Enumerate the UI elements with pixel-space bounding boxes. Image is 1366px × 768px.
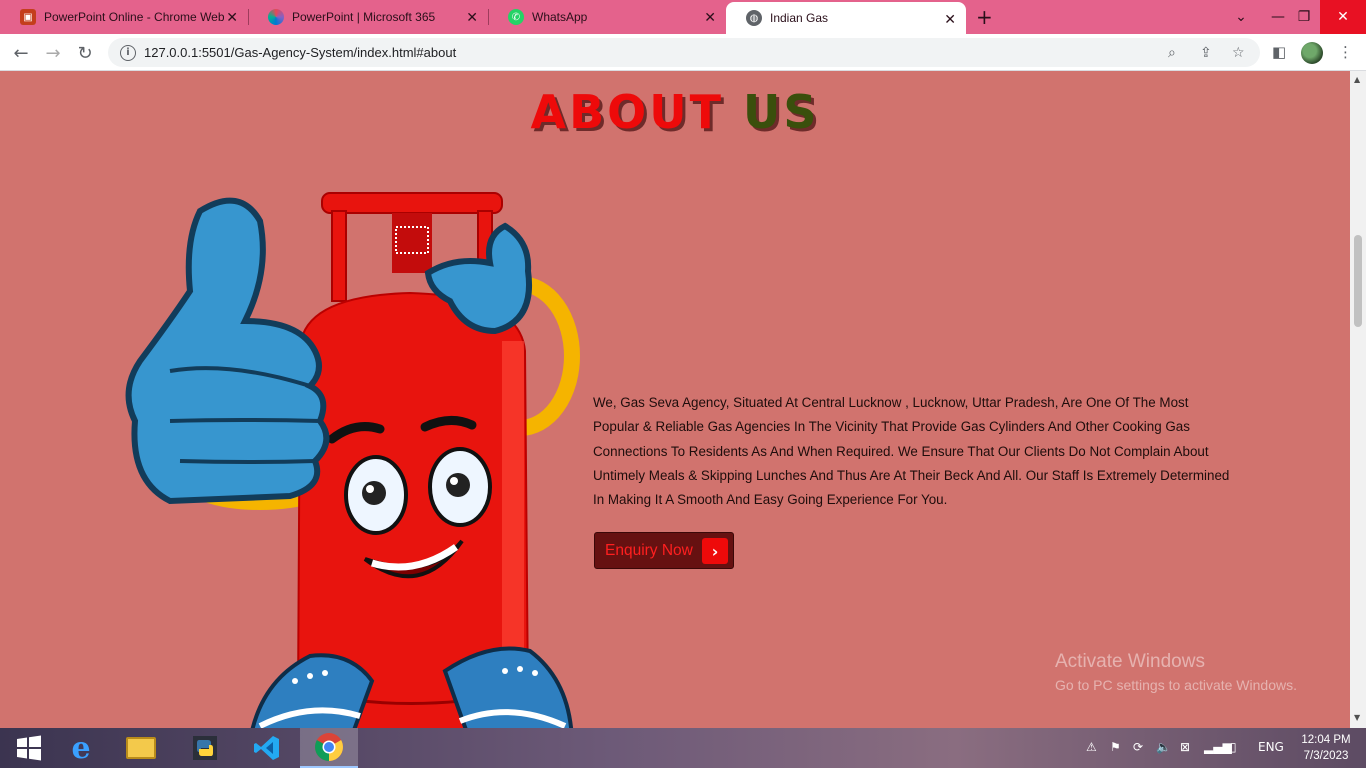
- reload-icon[interactable]: ↻: [72, 40, 98, 66]
- close-tab-icon[interactable]: ✕: [226, 9, 238, 26]
- clock-time: 12:04 PM: [1301, 734, 1351, 746]
- network-warning-icon[interactable]: ⚠: [1086, 740, 1097, 754]
- address-bar[interactable]: i 127.0.0.1:5501/Gas-Agency-System/index…: [108, 38, 1260, 67]
- activate-windows-watermark: Activate Windows Go to PC settings to ac…: [1055, 651, 1297, 693]
- profile-avatar[interactable]: [1301, 42, 1323, 64]
- bookmark-star-icon[interactable]: ☆: [1232, 45, 1245, 61]
- tab-microsoft365[interactable]: PowerPoint | Microsoft 365 ✕: [248, 0, 488, 34]
- python-icon: [193, 736, 217, 760]
- close-tab-icon[interactable]: ✕: [944, 11, 956, 28]
- globe-icon: ◍: [746, 10, 762, 26]
- scrollbar-thumb[interactable]: [1354, 235, 1362, 327]
- battery-icon[interactable]: ▯: [1230, 740, 1237, 754]
- chrome-icon: [315, 733, 343, 761]
- network-disconnected-icon[interactable]: ⊠: [1180, 740, 1190, 754]
- python-button[interactable]: [176, 728, 234, 768]
- about-section: ABOUT US We, Gas Seva Agency, Situated A…: [0, 71, 1350, 728]
- tab-title: WhatsApp: [532, 10, 588, 24]
- side-panel-icon[interactable]: ◧: [1272, 43, 1286, 61]
- vscode-icon: [254, 736, 279, 760]
- vscode-button[interactable]: [238, 728, 296, 768]
- scroll-up-icon[interactable]: ▲: [1354, 75, 1360, 84]
- tab-whatsapp[interactable]: ✆ WhatsApp ✕: [488, 0, 726, 34]
- whatsapp-icon: ✆: [508, 9, 524, 25]
- enquiry-now-button[interactable]: Enquiry Now ›: [594, 532, 734, 569]
- share-icon[interactable]: ⇪: [1200, 45, 1212, 61]
- powerpoint-store-icon: ▣: [20, 9, 36, 25]
- close-tab-icon[interactable]: ✕: [704, 9, 716, 26]
- action-center-icon[interactable]: ⚑: [1110, 740, 1121, 754]
- about-heading: ABOUT US: [0, 85, 1350, 139]
- folder-icon: [126, 737, 156, 759]
- internet-explorer-icon: e: [71, 730, 91, 766]
- volume-icon[interactable]: 🔈: [1156, 740, 1171, 754]
- chevron-right-icon: ›: [702, 538, 728, 564]
- browser-tab-strip: ▣ PowerPoint Online - Chrome Web Store ✕…: [0, 0, 1366, 34]
- new-tab-button[interactable]: +: [976, 5, 993, 29]
- browser-toolbar: ← → ↻ i 127.0.0.1:5501/Gas-Agency-System…: [0, 34, 1366, 71]
- signal-icon[interactable]: ▂▄▆: [1204, 740, 1232, 754]
- chrome-button[interactable]: [300, 728, 358, 768]
- enquiry-now-label: Enquiry Now: [605, 541, 693, 559]
- zoom-search-icon[interactable]: ⌕: [1168, 45, 1176, 61]
- gas-cylinder-mascot-image: [125, 192, 580, 728]
- restore-button[interactable]: ❐: [1288, 0, 1320, 34]
- microsoft365-icon: [268, 9, 284, 25]
- tab-title: PowerPoint Online - Chrome Web Store: [44, 10, 224, 24]
- tab-search-chevron-icon[interactable]: ⌄: [1225, 0, 1257, 34]
- site-info-icon[interactable]: i: [120, 44, 136, 61]
- tab-title: Indian Gas: [770, 11, 829, 25]
- clock-date: 7/3/2023: [1303, 750, 1349, 762]
- menu-kebab-icon[interactable]: ⋮: [1338, 43, 1353, 61]
- windows-taskbar: e ⚠ ⚑ ⟳ 🔈 ⊠ ▂▄▆ ▯ ENG 12:04 PM 7/3/2023: [0, 728, 1366, 768]
- sync-icon[interactable]: ⟳: [1133, 740, 1143, 754]
- about-heading-word1: ABOUT: [530, 85, 724, 139]
- url-text[interactable]: 127.0.0.1:5501/Gas-Agency-System/index.h…: [144, 45, 456, 60]
- close-window-button[interactable]: ✕: [1320, 0, 1366, 34]
- windows-logo-icon: [17, 735, 41, 761]
- watermark-title: Activate Windows: [1055, 651, 1205, 672]
- page-scrollbar[interactable]: ▲ ▼: [1350, 71, 1366, 728]
- tab-title: PowerPoint | Microsoft 365: [292, 10, 436, 24]
- watermark-subtitle: Go to PC settings to activate Windows.: [1055, 677, 1297, 693]
- close-tab-icon[interactable]: ✕: [466, 9, 478, 26]
- about-paragraph: We, Gas Seva Agency, Situated At Central…: [593, 395, 1230, 508]
- tab-indian-gas[interactable]: ◍ Indian Gas ✕: [726, 2, 966, 34]
- about-heading-word2: US: [743, 85, 820, 139]
- scroll-down-icon[interactable]: ▼: [1354, 713, 1360, 722]
- internet-explorer-button[interactable]: e: [52, 728, 110, 768]
- forward-arrow-icon[interactable]: →: [40, 40, 66, 66]
- file-explorer-button[interactable]: [112, 728, 170, 768]
- system-clock[interactable]: 12:04 PM 7/3/2023: [1295, 732, 1357, 764]
- start-button[interactable]: [0, 728, 58, 768]
- language-indicator[interactable]: ENG: [1258, 740, 1284, 754]
- tab-powerpoint-store[interactable]: ▣ PowerPoint Online - Chrome Web Store ✕: [0, 0, 248, 34]
- back-arrow-icon[interactable]: ←: [8, 40, 34, 66]
